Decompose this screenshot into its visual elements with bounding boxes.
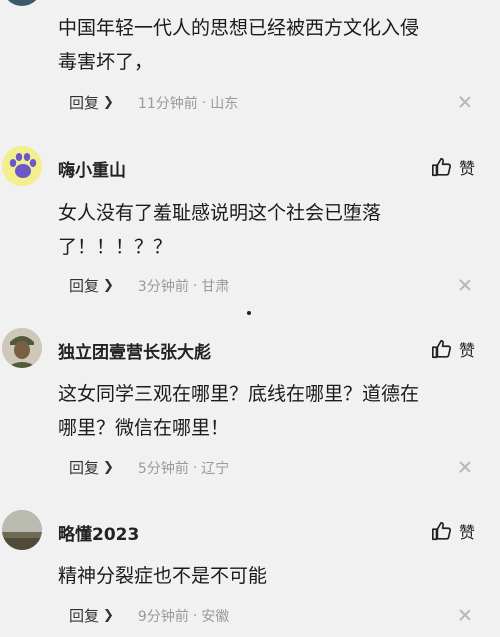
thumbs-up-icon: [432, 339, 452, 359]
comment-text: 中国年轻一代人的思想已经被西方文化入侵 毒害坏了，: [58, 11, 488, 79]
comment-meta: 回复 ❯ 9分钟前 · 安徽: [69, 605, 229, 626]
comment-time: 9分钟前: [137, 608, 189, 625]
thumbs-up-icon: [432, 157, 452, 177]
reply-button[interactable]: 回复: [69, 605, 99, 626]
comment-meta: 回复 ❯ 5分钟前 · 辽宁: [69, 457, 229, 478]
comment-text-line: 了！！！？？: [58, 236, 173, 258]
separator-dot: ·: [192, 607, 198, 624]
comment-time: 11分钟前: [137, 95, 198, 112]
comment-meta: 回复 ❯ 3分钟前 · 甘肃: [69, 275, 229, 296]
like-label: 赞: [459, 523, 476, 542]
username[interactable]: 嗨小重山: [58, 156, 126, 181]
chevron-right-icon: ❯: [103, 608, 114, 623]
comment-text-line: 女人没有了羞耻感说明这个社会已堕落: [58, 202, 382, 224]
comment-location: 辽宁: [201, 460, 230, 477]
comment-text: 这女同学三观在哪里？底线在哪里？道德在 哪里？微信在哪里！: [58, 377, 488, 445]
chevron-right-icon: ❯: [103, 95, 114, 110]
chevron-right-icon: ❯: [103, 460, 114, 475]
comment-text: 女人没有了羞耻感说明这个社会已堕落 了！！！？？: [58, 196, 488, 264]
scroll-indicator-dot: [247, 311, 251, 315]
like-button[interactable]: 赞: [431, 337, 475, 361]
close-icon[interactable]: [458, 95, 472, 109]
comment-time: 3分钟前: [137, 278, 189, 295]
reply-button[interactable]: 回复: [69, 457, 99, 478]
close-icon[interactable]: [458, 278, 472, 292]
close-icon[interactable]: [458, 460, 472, 474]
avatar[interactable]: [2, 510, 42, 550]
avatar[interactable]: [2, 328, 42, 368]
reply-button[interactable]: 回复: [69, 275, 99, 296]
avatar[interactable]: [2, 146, 42, 186]
like-label: 赞: [459, 159, 476, 178]
comment-location: 安徽: [201, 608, 230, 625]
comment-text-line: 这女同学三观在哪里？底线在哪里？道德在: [58, 383, 420, 405]
like-label: 赞: [459, 341, 476, 360]
comment-text-line: 毒害坏了，: [58, 51, 154, 73]
comment-text-line: 中国年轻一代人的思想已经被西方文化入侵: [58, 17, 420, 39]
thumbs-up-icon: [432, 521, 452, 541]
comment-location: 山东: [210, 95, 239, 112]
reply-button[interactable]: 回复: [69, 92, 99, 113]
comment-text: 精神分裂症也不是不可能: [58, 559, 488, 593]
paw-icon: [2, 146, 42, 186]
comment-text-line: 精神分裂症也不是不可能: [58, 565, 268, 587]
comment-text-line: 哪里？微信在哪里！: [58, 417, 230, 439]
close-icon[interactable]: [458, 608, 472, 622]
soldier-portrait-icon: [2, 328, 42, 368]
landscape-avatar-icon: [2, 510, 42, 550]
like-button[interactable]: 赞: [431, 519, 475, 543]
comment-meta: 回复 ❯ 11分钟前 · 山东: [69, 92, 238, 113]
comment-location: 甘肃: [201, 278, 230, 295]
like-button[interactable]: 赞: [431, 155, 475, 179]
avatar[interactable]: [2, 0, 42, 6]
separator-dot: ·: [192, 459, 198, 476]
chevron-right-icon: ❯: [103, 278, 114, 293]
comment-time: 5分钟前: [137, 460, 189, 477]
username[interactable]: 略懂2023: [58, 520, 139, 545]
separator-dot: ·: [201, 94, 207, 111]
username[interactable]: 独立团壹营长张大彪: [58, 338, 211, 363]
separator-dot: ·: [192, 277, 198, 294]
